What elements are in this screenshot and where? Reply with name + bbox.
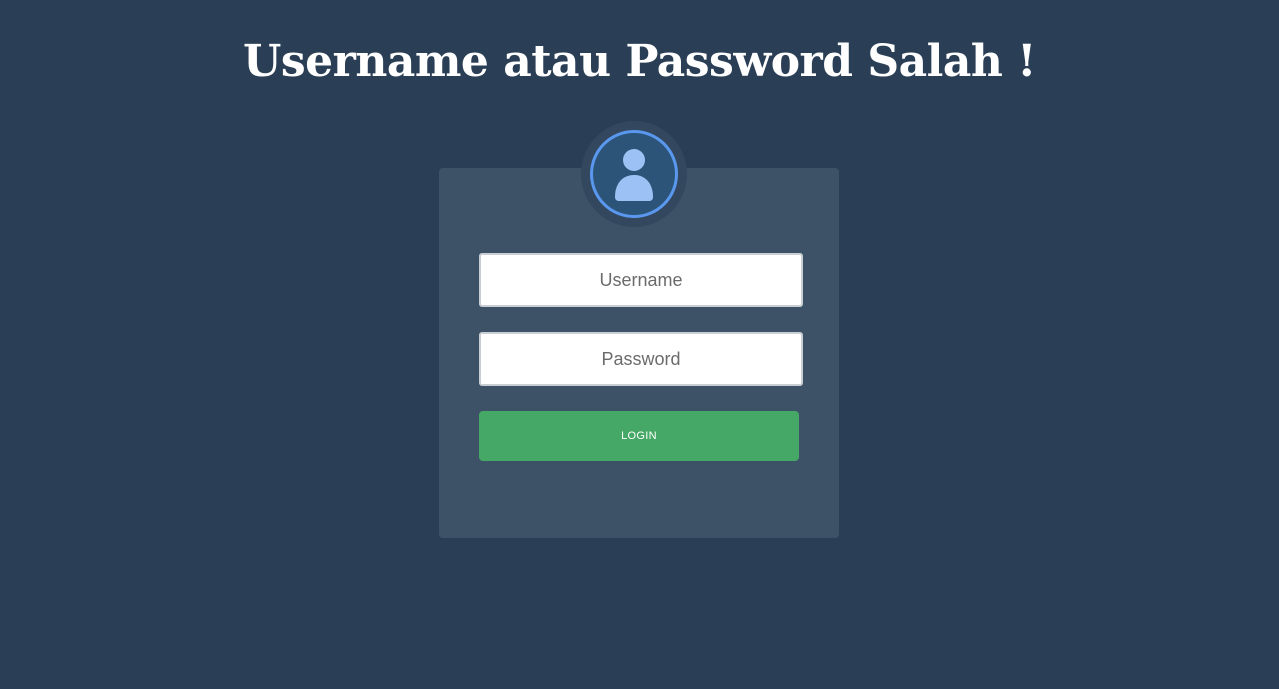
avatar bbox=[590, 130, 678, 218]
login-button[interactable]: LOGIN bbox=[479, 411, 799, 461]
login-page: Username atau Password Salah ! LOGIN bbox=[0, 0, 1279, 689]
page-title: Username atau Password Salah ! bbox=[243, 36, 1036, 87]
password-input[interactable] bbox=[479, 332, 803, 386]
user-icon bbox=[615, 149, 653, 201]
username-input[interactable] bbox=[479, 253, 803, 307]
